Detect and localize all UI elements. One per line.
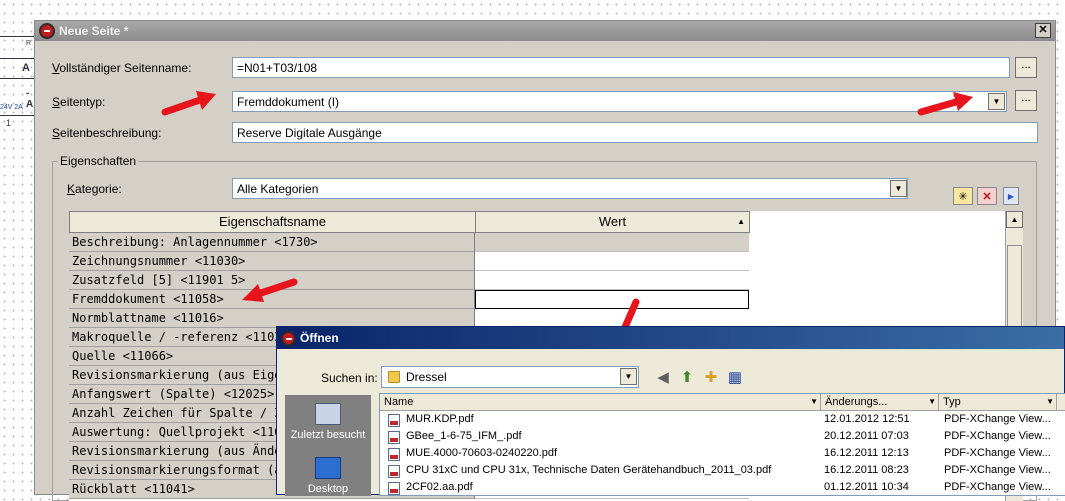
navigation-toolbar: ◀ ⬆ ✚ ▦ <box>653 368 745 386</box>
bg-label-r: R <box>26 40 32 47</box>
page-description-label: Seitenbeschreibung: <box>52 126 162 140</box>
folder-icon <box>388 371 400 383</box>
open-dialog-title: Öffnen <box>300 331 339 345</box>
file-type-cell: PDF-XChange View... <box>944 430 1051 442</box>
scroll-up-icon[interactable]: ▲ <box>1006 211 1023 228</box>
file-name-cell: CPU 31xC und CPU 31x, Technische Daten G… <box>406 464 772 476</box>
category-dropdown-icon[interactable]: ▼ <box>890 180 907 197</box>
delete-property-icon[interactable]: ✕ <box>977 187 997 205</box>
back-icon[interactable]: ◀ <box>653 368 673 386</box>
new-property-icon[interactable]: ✳ <box>953 187 973 205</box>
file-name-cell: MUE.4000-70603-0240220.pdf <box>406 447 558 459</box>
column-header-modified[interactable]: Änderungs... ▼ <box>821 394 939 411</box>
look-in-combobox[interactable]: Dressel ▼ <box>381 366 639 388</box>
file-name-cell: GBee_1-6-75_IFM_.pdf <box>406 430 522 442</box>
pdf-file-icon <box>388 448 400 461</box>
pdf-file-icon <box>388 431 400 444</box>
file-name-cell: MUR.KDP.pdf <box>406 413 474 425</box>
view-menu-icon[interactable]: ▦ <box>725 368 745 386</box>
recent-places-icon <box>315 403 341 425</box>
look-in-label: Suchen in: <box>321 371 378 385</box>
bg-label-a: A <box>22 62 30 74</box>
property-row[interactable]: Zeichnungsnummer <11030> <box>69 252 751 271</box>
category-combobox[interactable]: Alle Kategorien <box>232 178 908 199</box>
file-row[interactable]: MUR.KDP.pdf 12.01.2012 12:51 PDF-XChange V… <box>380 412 1065 429</box>
sort-ascending-icon: ▲ <box>737 217 745 226</box>
full-page-name-label: Vollständiger Seitenname: <box>52 61 192 75</box>
place-recent[interactable]: Zuletzt besucht <box>285 403 371 441</box>
file-modified-cell: 12.01.2012 12:51 <box>824 413 910 425</box>
bg-label-voltage: 24V 2A <box>0 104 23 111</box>
file-row[interactable]: GBee_1-6-75_IFM_.pdf 20.12.2011 07:03 PDF-… <box>380 429 1065 446</box>
properties-group-label: Eigenschaften <box>58 154 139 168</box>
column-dropdown-icon[interactable]: ▼ <box>928 394 936 410</box>
file-modified-cell: 20.12.2011 07:03 <box>824 430 909 442</box>
file-list-header: Name ▼ Änderungs... ▼ Typ ▼ <box>380 394 1065 411</box>
pdf-file-icon <box>388 465 400 478</box>
file-type-cell: PDF-XChange View... <box>944 481 1051 493</box>
file-modified-cell: 01.12.2011 10:34 <box>824 481 909 493</box>
bg-label-minus-a: -A <box>26 88 34 110</box>
annotation-arrow-foreign-document <box>242 278 298 302</box>
look-in-dropdown-icon[interactable]: ▼ <box>620 368 637 385</box>
move-right-icon[interactable]: ▶ <box>1003 187 1019 205</box>
app-logo-icon <box>281 330 296 346</box>
column-header-name[interactable]: Name ▼ <box>380 394 821 411</box>
property-name-cell: Beschreibung: Anlagennummer <1730> <box>69 233 475 252</box>
page-type-label: Seitentyp: <box>52 95 106 109</box>
file-row[interactable]: 2CF02.aa.pdf 01.12.2011 10:34 PDF-XChange … <box>380 480 1065 497</box>
property-row[interactable]: Zusatzfeld [5] <11901 5> <box>69 271 751 290</box>
file-type-cell: PDF-XChange View... <box>944 447 1051 459</box>
background-drawing: R A -A 24V 2A 1 <box>0 20 34 130</box>
property-row[interactable]: Fremddokument <11058> <box>69 290 751 309</box>
file-list: Name ▼ Änderungs... ▼ Typ ▼ MUR.KDP.pdf 12.0… <box>379 393 1065 496</box>
pdf-file-icon <box>388 414 400 427</box>
file-type-cell: PDF-XChange View... <box>944 413 1051 425</box>
file-type-cell: PDF-XChange View... <box>944 464 1051 476</box>
annotation-arrow-dropdown <box>917 92 973 116</box>
column-dropdown-icon[interactable]: ▼ <box>1046 394 1054 410</box>
up-folder-icon[interactable]: ⬆ <box>677 368 697 386</box>
open-file-dialog: Öffnen Suchen in: Dressel ▼ ◀ ⬆ ✚ ▦ Zule… <box>276 326 1065 496</box>
dialog-titlebar[interactable]: Neue Seite * ✕ <box>35 21 1055 41</box>
new-folder-icon[interactable]: ✚ <box>701 368 721 386</box>
column-header-value[interactable]: Wert ▲ <box>475 211 750 233</box>
full-page-name-browse-button[interactable]: ... <box>1015 57 1037 78</box>
property-value-cell[interactable] <box>475 252 749 271</box>
places-bar: Zuletzt besucht Desktop <box>285 395 371 496</box>
file-row[interactable]: CPU 31xC und CPU 31x, Technische Daten G… <box>380 463 1065 480</box>
pdf-file-icon <box>388 482 400 495</box>
file-row[interactable]: MUE.4000-70603-0240220.pdf 16.12.2011 12:… <box>380 446 1065 463</box>
page-type-browse-button[interactable]: ... <box>1015 90 1037 111</box>
property-value-cell[interactable] <box>475 233 749 252</box>
column-header-type[interactable]: Typ ▼ <box>939 394 1057 411</box>
page-type-dropdown-icon[interactable]: ▼ <box>988 93 1005 110</box>
property-value-cell[interactable] <box>475 271 749 290</box>
category-label: Kategorie: <box>67 182 122 196</box>
page-type-combobox[interactable]: Fremddokument (I) <box>232 91 1007 112</box>
file-modified-cell: 16.12.2011 08:23 <box>824 464 909 476</box>
close-button[interactable]: ✕ <box>1035 23 1051 38</box>
property-row[interactable]: Beschreibung: Anlagennummer <1730> <box>69 233 751 252</box>
file-modified-cell: 16.12.2011 12:13 <box>824 447 909 459</box>
annotation-arrow-page-type <box>161 91 216 116</box>
full-page-name-field[interactable]: =N01+T03/108 <box>232 57 1010 78</box>
file-name-cell: 2CF02.aa.pdf <box>406 481 473 493</box>
bg-label-one: 1 <box>6 118 12 128</box>
open-dialog-titlebar[interactable]: Öffnen <box>277 327 1064 349</box>
column-dropdown-icon[interactable]: ▼ <box>810 394 818 410</box>
desktop-icon <box>315 457 341 479</box>
page-description-field[interactable]: Reserve Digitale Ausgänge <box>232 122 1038 143</box>
dialog-title: Neue Seite * <box>59 24 129 38</box>
column-header-name[interactable]: Eigenschaftsname <box>69 211 476 233</box>
property-name-cell: Zeichnungsnummer <11030> <box>69 252 475 271</box>
place-desktop[interactable]: Desktop <box>285 457 371 495</box>
app-logo-icon <box>39 23 55 39</box>
